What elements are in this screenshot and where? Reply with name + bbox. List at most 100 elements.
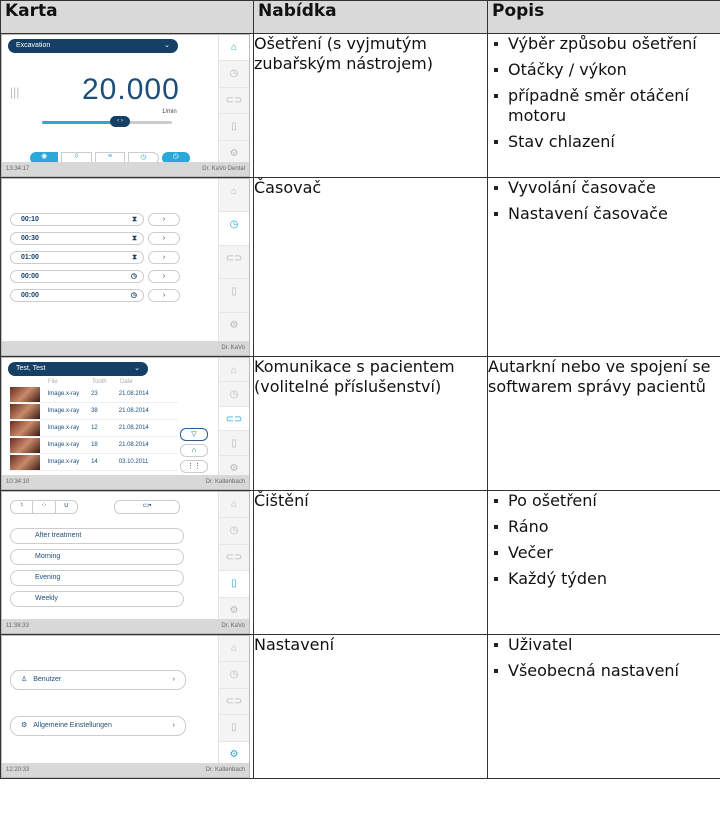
battery-icon[interactable]: ▭▪ bbox=[114, 500, 180, 514]
cleaning-screenshot: ♮ ⁘ ∪ ▭▪ After treatment Morning Evening We… bbox=[1, 491, 250, 634]
tooth-icon[interactable]: ⌂ bbox=[219, 636, 249, 663]
desc-item: Všeobecná nastavení bbox=[488, 661, 720, 681]
col-date: Date bbox=[120, 379, 133, 385]
camera-icon[interactable]: ⊂⊃ bbox=[219, 88, 249, 115]
handpiece-icon[interactable]: ♮ bbox=[11, 501, 32, 513]
desc-cell: Výběr způsobu ošetření Otáčky / výkon př… bbox=[487, 33, 720, 178]
user-icon: ♙ bbox=[21, 676, 28, 683]
grid-icon[interactable]: ⋮⋮ bbox=[180, 460, 208, 473]
timer-screenshot: 00:10 ⧗ › 00:30 ⧗ › 01:00 ⧗ › 00:00 ◷ › 00:00 ◷ › ⌂ ◷ … bbox=[1, 178, 250, 356]
desc-cell: Uživatel Všeobecná nastavení bbox=[487, 634, 720, 779]
tooth-icon[interactable]: ⌂ bbox=[219, 492, 249, 519]
xray-thumbnail bbox=[10, 437, 40, 453]
menu-cell: Ošetření (s vyjmutým zubařským nástrojem… bbox=[253, 33, 488, 178]
timer-icon[interactable]: ◷ bbox=[219, 662, 249, 689]
card-cell: ♮ ⁘ ∪ ▭▪ After treatment Morning Evening We… bbox=[0, 490, 254, 635]
timer-row[interactable]: 00:30 ⧗ bbox=[10, 232, 144, 245]
timer-start-button[interactable]: › bbox=[148, 289, 180, 302]
cup-icon[interactable]: ∪ bbox=[54, 501, 77, 513]
timer-start-button[interactable]: › bbox=[148, 270, 180, 283]
xray-thumbnail bbox=[10, 386, 40, 402]
image-file: Image.x-ray bbox=[47, 391, 80, 397]
settings-item-general[interactable]: ⚙ Allgemeine Einstellungen › bbox=[10, 716, 186, 736]
tooth-icon[interactable]: ⌂ bbox=[219, 358, 249, 383]
timer-start-button[interactable]: › bbox=[148, 232, 180, 245]
cleaning-program[interactable]: After treatment bbox=[10, 528, 184, 544]
image-row[interactable]: Image.x-ray 23 21.08.2014 bbox=[10, 386, 178, 403]
side-rail: ⌂ ◷ ⊂⊃ ▯ ⚙ bbox=[218, 179, 249, 346]
camera-icon[interactable]: ⊂⊃ bbox=[219, 545, 249, 572]
chevron-right-icon: › bbox=[172, 722, 175, 729]
camera-icon[interactable]: ⊂⊃ bbox=[219, 406, 249, 432]
cleaning-mode-bar: ♮ ⁘ ∪ bbox=[10, 500, 78, 514]
image-date: 21.08.2014 bbox=[118, 408, 149, 414]
image-row[interactable]: Image.x-ray 38 21.08.2014 bbox=[10, 403, 178, 420]
image-col-headers: File Tooth Date bbox=[48, 379, 178, 385]
image-tooth: 14 bbox=[91, 459, 98, 465]
speed-slider[interactable] bbox=[42, 121, 172, 124]
clock-time: 12:20:33 bbox=[6, 767, 30, 773]
cleaning-icon[interactable]: ▯ bbox=[219, 431, 249, 456]
image-tooth: 12 bbox=[91, 425, 98, 431]
camera-icon[interactable]: ⊂⊃ bbox=[219, 246, 249, 280]
cleaning-program[interactable]: Evening bbox=[10, 570, 184, 586]
speed-unit: 1/min bbox=[162, 109, 177, 115]
row-treatment: Excavation ⌄ ||| 20.000 1/min ‹ › ◉ ◊ ≡ … bbox=[0, 33, 720, 178]
clock-time: 10:34:10 bbox=[6, 479, 30, 485]
header-menu: Nabídka bbox=[253, 0, 488, 34]
header-row: Karta Nabídka Popis bbox=[0, 0, 720, 34]
card-cell: 00:10 ⧗ › 00:30 ⧗ › 01:00 ⧗ › 00:00 ◷ › 00:00 ◷ › ⌂ ◷ … bbox=[0, 177, 254, 357]
patient-dropdown[interactable]: Test, Test ⌄ bbox=[8, 362, 148, 376]
user-name: Dr. Kaltenbach bbox=[205, 767, 245, 773]
cleaning-program[interactable]: Weekly bbox=[10, 591, 184, 607]
timer-icon[interactable]: ◷ bbox=[219, 518, 249, 545]
header-desc: Popis bbox=[487, 0, 720, 34]
treatment-dropdown[interactable]: Excavation ⌄ bbox=[8, 39, 178, 53]
cleaning-program[interactable]: Morning bbox=[10, 549, 184, 565]
menu-cell: Čištění bbox=[253, 490, 488, 635]
timer-row[interactable]: 00:10 ⧗ bbox=[10, 213, 144, 226]
speed-value: 20.000 bbox=[82, 73, 180, 106]
desc-item: Ráno bbox=[488, 517, 720, 537]
camera-icon[interactable]: ⊂⊃ bbox=[219, 689, 249, 716]
timer-start-button[interactable]: › bbox=[148, 251, 180, 264]
treatment-dropdown-label: Excavation bbox=[16, 42, 51, 49]
image-row[interactable]: Image.x-ray 14 03.10.2011 bbox=[10, 454, 178, 471]
status-bar: 11:38:33 Dr. KaVo bbox=[2, 619, 249, 633]
timer-row[interactable]: 00:00 ◷ bbox=[10, 270, 144, 283]
settings-item-user[interactable]: ♙ Benutzer › bbox=[10, 670, 186, 690]
status-bar: Dr. KaVo bbox=[2, 341, 249, 355]
image-row[interactable]: Image.x-ray 12 21.08.2014 bbox=[10, 420, 178, 437]
spray-icon[interactable]: ⁘ bbox=[32, 501, 54, 513]
card-cell: Excavation ⌄ ||| 20.000 1/min ‹ › ◉ ◊ ≡ … bbox=[0, 33, 254, 178]
desc-item: Stav chlazení bbox=[488, 132, 720, 152]
filter-icon[interactable]: ▽ bbox=[180, 428, 208, 441]
image-file: Image.x-ray bbox=[47, 408, 80, 414]
tooth-filter-icon[interactable]: ∩ bbox=[180, 444, 208, 457]
status-bar: 10:34:10 Dr. Kaltenbach bbox=[2, 475, 249, 489]
cleaning-icon[interactable]: ▯ bbox=[219, 715, 249, 742]
image-date: 21.08.2014 bbox=[118, 442, 149, 448]
tooth-icon[interactable]: ⌂ bbox=[219, 35, 249, 62]
chevron-down-icon: ⌄ bbox=[164, 42, 170, 49]
slider-handle[interactable]: ‹ › bbox=[110, 116, 130, 127]
timer-start-button[interactable]: › bbox=[148, 213, 180, 226]
cleaning-icon[interactable]: ▯ bbox=[219, 279, 249, 313]
cleaning-icon[interactable]: ▯ bbox=[219, 571, 249, 598]
timer-icon[interactable]: ◷ bbox=[219, 382, 249, 407]
image-file: Image.x-ray bbox=[47, 459, 80, 465]
timer-value: 01:00 bbox=[21, 254, 39, 261]
timer-icon[interactable]: ◷ bbox=[219, 61, 249, 88]
card-cell: ♙ Benutzer › ⚙ Allgemeine Einstellungen … bbox=[0, 634, 254, 779]
stopwatch-icon: ◷ bbox=[130, 292, 137, 299]
patient-dropdown-label: Test, Test bbox=[16, 365, 46, 372]
timer-value: 00:30 bbox=[21, 235, 39, 242]
timer-row[interactable]: 01:00 ⧗ bbox=[10, 251, 144, 264]
timer-icon[interactable]: ◷ bbox=[219, 212, 249, 246]
image-row[interactable]: Image.x-ray 18 21.08.2014 bbox=[10, 437, 178, 454]
desc-item: Vyvolání časovače bbox=[488, 178, 720, 198]
cleaning-icon[interactable]: ▯ bbox=[219, 114, 249, 141]
timer-row[interactable]: 00:00 ◷ bbox=[10, 289, 144, 302]
handle-icon: ||| bbox=[10, 85, 20, 99]
tooth-icon[interactable]: ⌂ bbox=[219, 179, 249, 213]
